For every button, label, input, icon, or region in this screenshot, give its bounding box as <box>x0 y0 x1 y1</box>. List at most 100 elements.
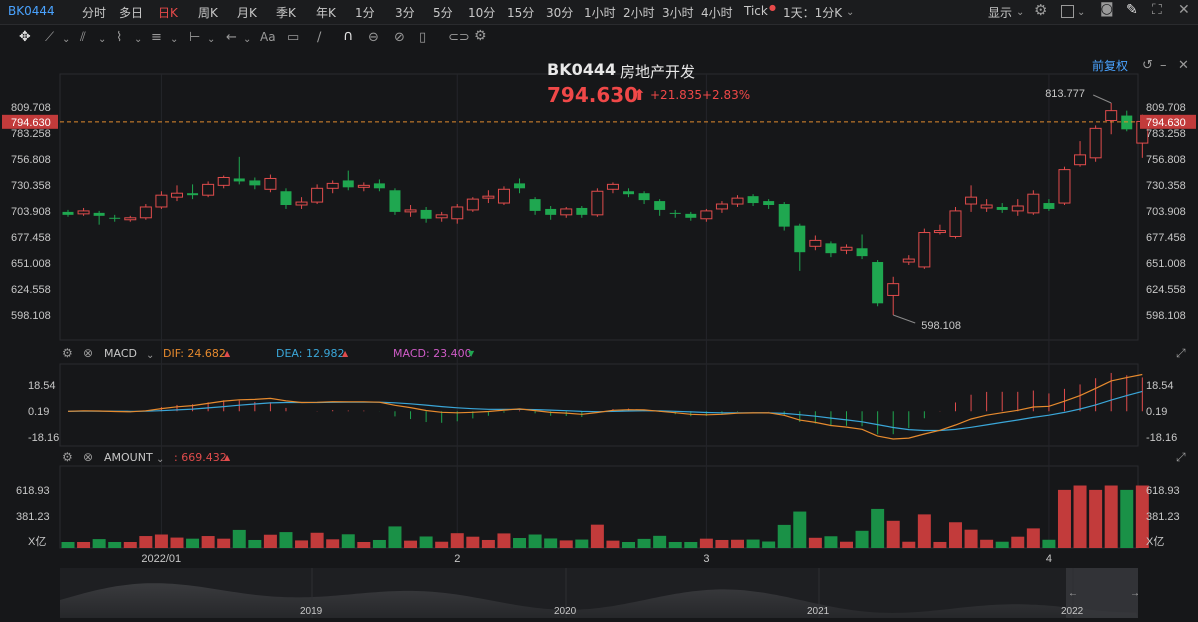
amount-bar <box>201 536 215 548</box>
navigator-year-label: 2019 <box>300 606 323 617</box>
candle-body-up <box>700 210 713 220</box>
chevron-down-icon[interactable]: ⌄ <box>146 349 154 362</box>
amount-bar <box>154 534 168 548</box>
chevron-down-icon[interactable]: ⌄ <box>156 453 164 466</box>
candle-body-up <box>902 258 915 263</box>
up-triangle-icon: ▲ <box>224 349 231 358</box>
dea-value: DEA: 12.982 <box>276 347 345 360</box>
candle-body-up <box>980 204 993 209</box>
amount-bar <box>513 538 527 548</box>
amount-y-tick-left: 381.23 <box>16 511 50 523</box>
candle-body-up <box>560 208 573 216</box>
candle-body-up <box>591 190 604 216</box>
macd-indicator-name[interactable]: MACD <box>104 347 137 360</box>
close-icon[interactable]: ✕ <box>1178 59 1189 72</box>
amount-bar <box>497 533 511 548</box>
amount-bar <box>77 542 91 548</box>
up-arrow-icon: ⬆ <box>633 86 646 104</box>
y-tick-label-left: 677.458 <box>11 232 51 244</box>
amount-bar <box>699 538 713 548</box>
amount-bar <box>1042 539 1056 548</box>
amount-bar <box>372 539 386 548</box>
candle-body-up <box>124 217 137 221</box>
undo-icon[interactable]: ↺ <box>1142 59 1153 72</box>
amount-unit-left: X亿 <box>28 535 46 548</box>
candle-body-up <box>1011 205 1024 212</box>
candle-body-down <box>794 225 806 253</box>
candle-body-up <box>1074 154 1087 166</box>
amount-bar <box>1120 489 1134 548</box>
amount-bar <box>108 542 122 548</box>
amount-bar <box>404 540 418 548</box>
navigator-year-label: 2021 <box>807 606 830 617</box>
amount-bar <box>388 526 402 548</box>
candle-body-down <box>62 211 74 215</box>
candle-body-down <box>249 180 261 186</box>
candle-body-down <box>1121 115 1133 130</box>
amount-bar <box>559 540 573 548</box>
up-triangle-icon: ▲ <box>342 349 349 358</box>
minimize-icon[interactable]: – <box>1160 59 1167 72</box>
amount-bar <box>1057 489 1071 548</box>
low-annotation: 598.108 <box>921 320 961 332</box>
down-triangle-icon: ▼ <box>468 349 475 358</box>
settings-icon[interactable]: ⚙ <box>62 347 73 360</box>
candle-body-up <box>918 232 931 268</box>
amount-bar <box>622 542 636 548</box>
candle-body-up <box>404 209 417 213</box>
amount-value: : 669.432 <box>174 451 227 464</box>
amount-indicator-name[interactable]: AMOUNT <box>104 451 153 464</box>
candle-body-down <box>856 248 868 257</box>
adjust-mode-button[interactable]: 前复权 <box>1092 57 1128 74</box>
candle-body-down <box>1043 203 1055 209</box>
price-change-pct: +2.83% <box>702 88 751 102</box>
y-tick-label-right: 783.258 <box>1146 128 1186 140</box>
close-circle-icon[interactable]: ⊗ <box>83 451 93 464</box>
macd-y-tick-left: 0.19 <box>28 406 49 418</box>
amount-bar <box>481 539 495 548</box>
amount-bar <box>186 538 200 548</box>
candle-body-down <box>763 201 775 206</box>
amount-bar <box>450 533 464 548</box>
amount-bar <box>295 540 309 548</box>
candle-body-down <box>342 180 354 188</box>
close-circle-icon[interactable]: ⊗ <box>83 347 93 360</box>
candle-body-up <box>155 194 168 208</box>
amount-bar <box>466 536 480 548</box>
navigator-left-handle-icon: ← <box>1068 588 1078 599</box>
amount-bar <box>840 541 853 548</box>
amount-bar <box>964 529 978 548</box>
expand-icon[interactable]: ⤢ <box>1176 451 1186 464</box>
macd-value: MACD: 23.400 <box>393 347 472 360</box>
candle-body-up <box>77 210 90 215</box>
settings-icon[interactable]: ⚙ <box>62 451 73 464</box>
amount-bar <box>637 538 651 548</box>
candle-body-up <box>482 195 495 199</box>
y-tick-label-right: 624.558 <box>1146 284 1186 296</box>
y-tick-label-right: 598.108 <box>1146 310 1186 322</box>
x-axis-label: 2 <box>454 553 460 565</box>
candle-body-up <box>357 184 370 188</box>
amount-bar <box>886 520 900 548</box>
navigator-right-handle-icon: → <box>1130 588 1140 599</box>
y-tick-label-left: 624.558 <box>11 284 51 296</box>
candle-body-down <box>825 243 837 254</box>
amount-bar <box>1026 528 1040 548</box>
candle-body-down <box>373 183 385 189</box>
amount-bar <box>902 541 916 548</box>
y-tick-label-left: 756.808 <box>11 154 51 166</box>
amount-bar <box>762 541 776 548</box>
candle-body-up <box>170 192 183 198</box>
y-tick-label-right: 677.458 <box>1146 232 1186 244</box>
amount-bar <box>341 534 355 548</box>
navigator-year-label: 2020 <box>554 606 577 617</box>
amount-bar <box>995 541 1009 548</box>
candle-body-up <box>217 176 230 186</box>
candle-body-down <box>669 212 681 214</box>
amount-bar <box>808 537 822 548</box>
amount-bar <box>933 541 947 548</box>
y-tick-label-right: 756.808 <box>1146 154 1186 166</box>
candle-body-down <box>109 217 121 219</box>
expand-icon[interactable]: ⤢ <box>1176 347 1186 360</box>
amount-y-tick-left: 618.93 <box>16 485 50 497</box>
